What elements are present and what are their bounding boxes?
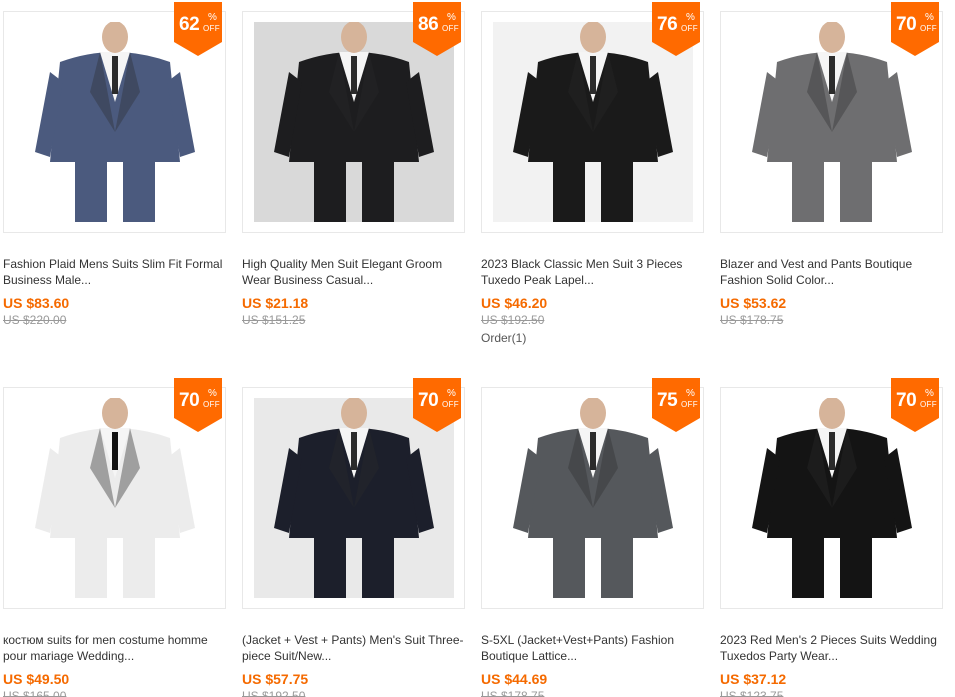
- discount-badge: 70 % OFF: [891, 378, 939, 432]
- product-price: US $83.60: [3, 295, 70, 311]
- discount-percent: 86: [418, 14, 439, 35]
- product-card[interactable]: 86 % OFF High Quality Men Suit Elegant G…: [242, 2, 465, 328]
- product-title[interactable]: 2023 Black Classic Men Suit 3 Pieces Tux…: [481, 256, 704, 288]
- off-label: OFF: [920, 24, 937, 33]
- discount-percent: 76: [657, 14, 678, 35]
- product-card[interactable]: 70 % OFF 2023 Red Men's 2 Pieces Suits W…: [720, 378, 943, 697]
- discount-percent: 62: [179, 14, 200, 35]
- product-price: US $44.69: [481, 671, 548, 687]
- original-price: US $165.00: [3, 689, 67, 697]
- product-grid: 62 % OFF Fashion Plaid Mens Suits Slim F…: [0, 0, 955, 697]
- discount-percent: 70: [179, 390, 200, 411]
- off-label: OFF: [920, 400, 937, 409]
- percent-symbol: %: [208, 388, 217, 399]
- product-image[interactable]: 62 % OFF: [3, 2, 226, 233]
- percent-symbol: %: [208, 12, 217, 23]
- discount-badge: 62 % OFF: [174, 2, 222, 56]
- product-price: US $57.75: [242, 671, 309, 687]
- product-image[interactable]: 70 % OFF: [242, 378, 465, 609]
- original-price: US $220.00: [3, 313, 67, 327]
- off-label: OFF: [203, 400, 220, 409]
- discount-badge: 70 % OFF: [413, 378, 461, 432]
- product-title[interactable]: High Quality Men Suit Elegant Groom Wear…: [242, 256, 465, 288]
- product-image[interactable]: 70 % OFF: [3, 378, 226, 609]
- discount-percent: 70: [896, 14, 917, 35]
- percent-symbol: %: [447, 12, 456, 23]
- product-price: US $49.50: [3, 671, 70, 687]
- product-image[interactable]: 76 % OFF: [481, 2, 704, 233]
- percent-symbol: %: [686, 388, 695, 399]
- product-image[interactable]: 70 % OFF: [720, 2, 943, 233]
- product-title[interactable]: S-5XL (Jacket+Vest+Pants) Fashion Boutiq…: [481, 632, 704, 664]
- original-price: US $178.75: [481, 689, 545, 697]
- product-title[interactable]: Blazer and Vest and Pants Boutique Fashi…: [720, 256, 943, 288]
- product-title[interactable]: Fashion Plaid Mens Suits Slim Fit Formal…: [3, 256, 226, 288]
- product-card[interactable]: 75 % OFF S-5XL (Jacket+Vest+Pants) Fashi…: [481, 378, 704, 697]
- product-card[interactable]: 62 % OFF Fashion Plaid Mens Suits Slim F…: [3, 2, 226, 328]
- off-label: OFF: [442, 400, 459, 409]
- product-title[interactable]: 2023 Red Men's 2 Pieces Suits Wedding Tu…: [720, 632, 943, 664]
- discount-percent: 70: [418, 390, 439, 411]
- percent-symbol: %: [925, 388, 934, 399]
- product-price: US $21.18: [242, 295, 309, 311]
- original-price: US $151.25: [242, 313, 306, 327]
- off-label: OFF: [681, 400, 698, 409]
- product-price: US $46.20: [481, 295, 548, 311]
- product-card[interactable]: 76 % OFF 2023 Black Classic Men Suit 3 P…: [481, 2, 704, 347]
- product-title[interactable]: (Jacket + Vest + Pants) Men's Suit Three…: [242, 632, 465, 664]
- product-price: US $37.12: [720, 671, 787, 687]
- off-label: OFF: [681, 24, 698, 33]
- percent-symbol: %: [686, 12, 695, 23]
- product-title[interactable]: костюм suits for men costume homme pour …: [3, 632, 226, 664]
- discount-badge: 70 % OFF: [174, 378, 222, 432]
- original-price: US $192.50: [481, 313, 545, 327]
- percent-symbol: %: [925, 12, 934, 23]
- discount-percent: 70: [896, 390, 917, 411]
- original-price: US $178.75: [720, 313, 784, 327]
- discount-badge: 76 % OFF: [652, 2, 700, 56]
- product-image[interactable]: 75 % OFF: [481, 378, 704, 609]
- discount-badge: 70 % OFF: [891, 2, 939, 56]
- product-card[interactable]: 70 % OFF костюм suits for men costume ho…: [3, 378, 226, 697]
- off-label: OFF: [442, 24, 459, 33]
- product-price: US $53.62: [720, 295, 787, 311]
- original-price: US $192.50: [242, 689, 306, 697]
- discount-percent: 75: [657, 390, 678, 411]
- product-card[interactable]: 70 % OFF (Jacket + Vest + Pants) Men's S…: [242, 378, 465, 697]
- discount-badge: 75 % OFF: [652, 378, 700, 432]
- percent-symbol: %: [447, 388, 456, 399]
- original-price: US $123.75: [720, 689, 784, 697]
- product-image[interactable]: 70 % OFF: [720, 378, 943, 609]
- discount-badge: 86 % OFF: [413, 2, 461, 56]
- off-label: OFF: [203, 24, 220, 33]
- order-count: Order(1): [481, 331, 527, 345]
- product-image[interactable]: 86 % OFF: [242, 2, 465, 233]
- product-card[interactable]: 70 % OFF Blazer and Vest and Pants Bouti…: [720, 2, 943, 328]
